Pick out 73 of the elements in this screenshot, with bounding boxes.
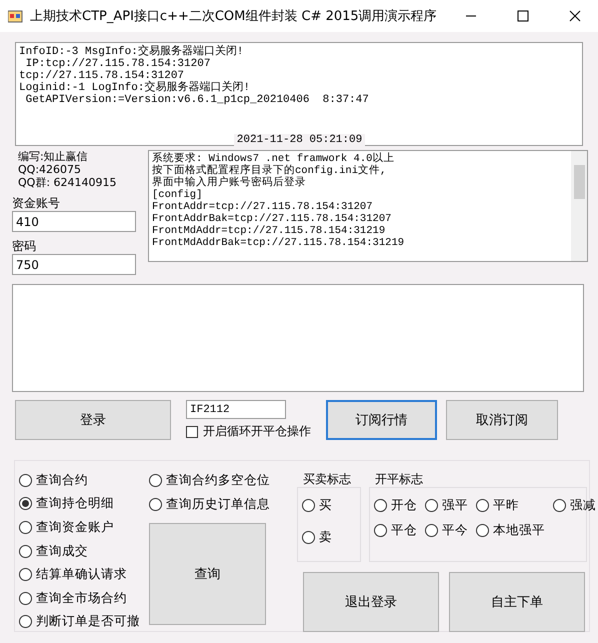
radio-icon[interactable] [19, 474, 32, 487]
radio-icon[interactable] [19, 615, 32, 628]
radio-button[interactable]: 查询资金账户 [19, 518, 149, 537]
radio-button[interactable]: 卖 [302, 528, 356, 546]
message-box[interactable] [12, 284, 584, 392]
radio-button[interactable]: 判断订单是否可撤 [19, 612, 149, 632]
query-button[interactable]: 查询 [149, 523, 266, 625]
radio-icon[interactable] [374, 524, 387, 537]
radio-button[interactable]: 平仓 [374, 521, 417, 540]
app-icon [8, 9, 24, 23]
radio-button[interactable]: 查询持仓明细 [19, 494, 149, 514]
config-line: [config] [152, 189, 204, 201]
subscribe-button[interactable]: 订阅行情 [326, 400, 437, 440]
password-label: 密码 [12, 238, 37, 254]
log-line: GetAPIVersion:=Version:v6.6.1_p1cp_20210406 8:37:47 [24, 94, 370, 106]
log-line: Loginid:-1 LogInfo:交易服务器端口关闭! [19, 82, 252, 94]
radio-icon[interactable] [302, 499, 315, 512]
radio-icon[interactable] [425, 524, 438, 537]
config-line: FrontAddr=tcp://27.115.78.154:31207 [152, 201, 374, 213]
radio-icon[interactable] [149, 474, 162, 487]
loop-checkbox[interactable]: 开启循环开平仓操作 [186, 423, 326, 440]
radio-button[interactable]: 查询合约 [19, 471, 149, 490]
log-line: InfoID:-3 MsgInfo:交易服务器端口关闭! [19, 46, 244, 58]
config-line: 系统要求: Windows7 .net framwork 4.0以上 [152, 153, 396, 165]
radio-icon[interactable] [476, 499, 489, 512]
radio-icon[interactable] [19, 497, 32, 510]
radio-button[interactable]: 平今 [425, 521, 468, 540]
radio-button[interactable]: 本地强平 [476, 521, 545, 540]
config-line: FrontAddrBak=tcp://27.115.78.154:31207 [152, 213, 392, 225]
radio-button[interactable]: 开仓 [374, 496, 417, 515]
config-text-box[interactable] [148, 150, 588, 262]
radio-button[interactable]: 结算单确认请求 [19, 565, 149, 584]
radio-button[interactable]: 强平 [425, 496, 468, 515]
qq-group-label: QQ群: 624140915 [17, 176, 118, 189]
unsubscribe-button[interactable]: 取消订阅 [446, 400, 558, 440]
radio-button[interactable]: 平昨 [476, 496, 545, 515]
radio-icon[interactable] [425, 499, 438, 512]
password-field[interactable]: 750 [12, 254, 136, 275]
config-line: 界面中输入用户账号密码后登录 [152, 177, 307, 189]
radio-button[interactable]: 查询成交 [19, 542, 149, 560]
radio-icon[interactable] [302, 530, 315, 544]
qq-label: QQ:426075 [17, 163, 82, 176]
timestamp: 2021-11-28 05:21:09 [234, 134, 366, 146]
checkbox-icon[interactable] [186, 426, 198, 438]
config-line: 按下面格式配置程序目录下的config.ini文件, [152, 165, 388, 177]
account-label: 资金账号 [12, 195, 61, 211]
radio-icon[interactable] [19, 568, 32, 582]
group-title: 买卖标志 [302, 471, 352, 487]
order-button[interactable]: 自主下单 [449, 572, 585, 632]
log-line: tcp://27.115.78.154:31207 [19, 70, 184, 82]
radio-icon[interactable] [149, 498, 162, 511]
radio-icon[interactable] [553, 499, 566, 512]
radio-icon[interactable] [19, 544, 32, 558]
radio-button[interactable]: 强减 [553, 496, 596, 515]
radio-button[interactable]: 查询历史订单信息 [149, 495, 289, 514]
logout-button[interactable]: 退出登录 [303, 572, 439, 632]
radio-icon[interactable] [19, 592, 32, 605]
log-line: IP:tcp://27.115.78.154:31207 [24, 58, 212, 70]
radio-icon[interactable] [374, 499, 387, 512]
radio-icon[interactable] [19, 520, 32, 534]
window-title: 上期技术CTP_API接口c++二次COM组件封装 C# 2015调用演示程序 [30, 8, 438, 25]
group-title: 开平标志 [374, 471, 424, 487]
config-line: FrontMdAddrBak=tcp://27.115.78.154:31219 [152, 237, 406, 249]
radio-button[interactable]: 查询合约多空仓位 [149, 471, 289, 490]
radio-button[interactable]: 查询全市场合约 [19, 588, 149, 608]
radio-button[interactable]: 买 [302, 496, 356, 515]
login-button[interactable]: 登录 [15, 400, 171, 440]
instrument-field[interactable]: IF2112 [186, 400, 286, 419]
radio-icon[interactable] [476, 524, 489, 537]
config-line: FrontMdAddr=tcp://27.115.78.154:31219 [152, 225, 386, 237]
account-field[interactable]: 410 [12, 211, 136, 232]
author-label: 编写:知止赢信 [17, 150, 89, 163]
scrollbar[interactable] [571, 151, 587, 261]
